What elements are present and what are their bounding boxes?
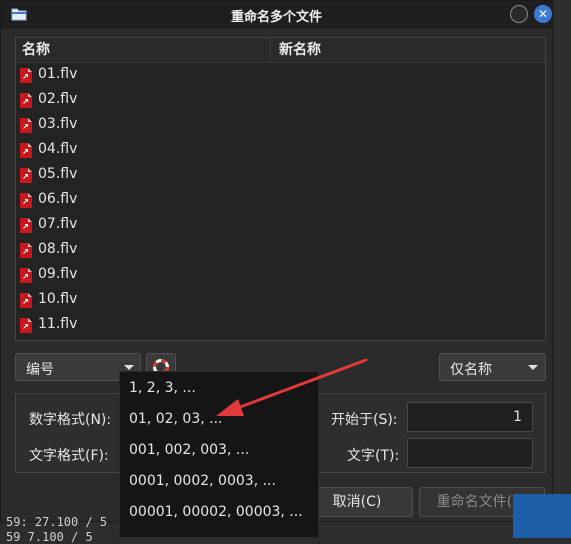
file-row[interactable]: 09.flv: [16, 263, 545, 288]
column-header-new-name[interactable]: 新名称: [271, 38, 321, 62]
file-row[interactable]: 06.flv: [16, 188, 545, 213]
video-file-icon: [20, 118, 32, 133]
video-file-icon: [20, 293, 32, 308]
file-name: 04.flv: [38, 141, 78, 157]
video-file-icon: [20, 143, 32, 158]
number-format-option[interactable]: 01, 02, 03, ...: [129, 411, 223, 427]
video-file-icon: [20, 193, 32, 208]
scope-dropdown[interactable]: 仅名称: [439, 353, 546, 381]
file-row[interactable]: 11.flv: [16, 313, 545, 338]
minimize-button[interactable]: [510, 5, 528, 23]
chevron-down-icon: [124, 365, 134, 370]
video-file-icon: [20, 68, 32, 83]
number-format-popup: 1, 2, 3, ... 01, 02, 03, ... 001, 002, 0…: [119, 371, 319, 538]
file-name: 02.flv: [38, 91, 78, 107]
background-terminal-line: 59 7.100 / 5: [6, 530, 93, 544]
video-file-icon: [20, 318, 32, 333]
start-at-value: 1: [513, 409, 522, 425]
list-header: 名称 新名称: [16, 38, 545, 63]
background-terminal-line: 59: 27.100 / 5: [6, 515, 108, 529]
file-rows: 01.flv 02.flv 03.flv 04.flv 05.flv 06.flv 07.f…: [16, 63, 545, 338]
file-row[interactable]: 05.flv: [16, 163, 545, 188]
file-name: 11.flv: [38, 316, 78, 332]
file-row[interactable]: 04.flv: [16, 138, 545, 163]
number-format-option[interactable]: 001, 002, 003, ...: [129, 442, 249, 458]
start-at-input[interactable]: 1: [407, 402, 533, 432]
video-file-icon: [20, 168, 32, 183]
file-row[interactable]: 03.flv: [16, 113, 545, 138]
file-name: 07.flv: [38, 216, 78, 232]
number-format-option[interactable]: 00001, 00002, 00003, ...: [129, 504, 303, 520]
start-at-label: 开始于(S):: [331, 412, 398, 428]
dialog-title: 重命名多个文件: [230, 10, 322, 25]
chevron-down-icon: [528, 365, 538, 370]
text-format-label: 文字格式(F):: [29, 448, 109, 464]
text-input[interactable]: [407, 438, 533, 468]
file-row[interactable]: 08.flv: [16, 238, 545, 263]
title-bar: 重命名多个文件 ✕: [1, 1, 552, 29]
file-name: 10.flv: [38, 291, 78, 307]
column-header-name[interactable]: 名称: [16, 38, 271, 62]
close-button[interactable]: ✕: [534, 5, 552, 23]
file-row[interactable]: 02.flv: [16, 88, 545, 113]
background-window-edge: [513, 494, 571, 538]
video-file-icon: [20, 243, 32, 258]
mode-dropdown-value: 编号: [26, 362, 54, 378]
file-row[interactable]: 07.flv: [16, 213, 545, 238]
number-format-label: 数字格式(N):: [29, 412, 112, 428]
scope-dropdown-value: 仅名称: [450, 362, 492, 378]
number-format-option[interactable]: 1, 2, 3, ...: [129, 380, 196, 396]
number-format-option[interactable]: 0001, 0002, 0003, ...: [129, 473, 276, 489]
file-name: 03.flv: [38, 116, 78, 132]
file-row[interactable]: 01.flv: [16, 63, 545, 88]
file-list: 名称 新名称 01.flv 02.flv 03.flv 04.flv 05.flv 06.…: [15, 37, 546, 341]
file-name: 01.flv: [38, 66, 78, 82]
file-name: 05.flv: [38, 166, 78, 182]
video-file-icon: [20, 93, 32, 108]
video-file-icon: [20, 218, 32, 233]
file-name: 08.flv: [38, 241, 78, 257]
text-label: 文字(T):: [347, 448, 400, 464]
video-file-icon: [20, 268, 32, 283]
file-name: 09.flv: [38, 266, 78, 282]
file-row[interactable]: 10.flv: [16, 288, 545, 313]
file-name: 06.flv: [38, 191, 78, 207]
